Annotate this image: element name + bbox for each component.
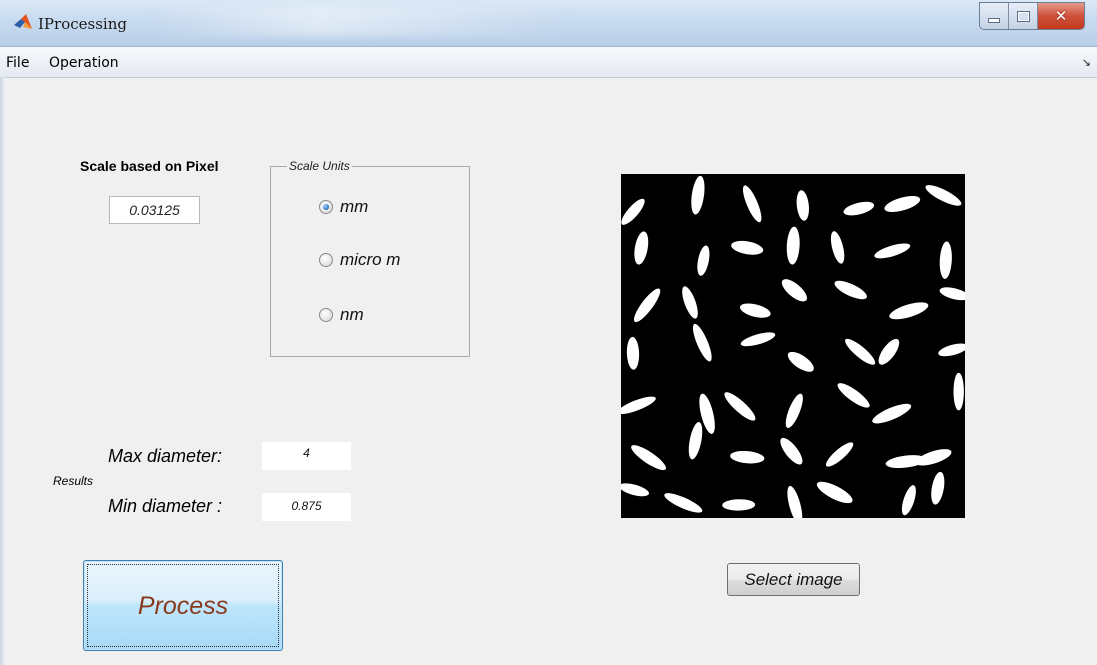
rice-grain: [722, 499, 756, 511]
rice-grain: [939, 241, 952, 279]
rice-grain: [825, 442, 854, 467]
rice-grain: [830, 231, 845, 264]
radio-button-icon[interactable]: [319, 308, 333, 322]
rice-grain: [688, 422, 703, 460]
maximize-icon[interactable]: [1009, 3, 1038, 29]
rice-grain: [878, 338, 900, 365]
rice-grain: [724, 392, 756, 421]
rice-grain: [874, 243, 911, 259]
window-frame-edge: [0, 77, 5, 665]
rice-grain: [787, 485, 803, 518]
dock-arrow-icon[interactable]: ↘: [1082, 56, 1091, 69]
radio-button-icon[interactable]: [319, 200, 333, 214]
rice-grain: [843, 201, 875, 216]
rice-grain: [621, 483, 650, 497]
min-diameter-label: Min diameter :: [108, 496, 223, 516]
window-controls: ✕: [979, 2, 1085, 30]
min-diameter-value: 0.875: [262, 493, 351, 521]
rice-grain: [796, 190, 809, 221]
rice-grain: [786, 226, 800, 265]
rice-grain: [915, 449, 952, 466]
window-title: IProcessing: [38, 15, 127, 33]
rice-grain: [837, 383, 870, 408]
select-image-button[interactable]: Select image: [727, 563, 860, 596]
rice-grain: [931, 471, 945, 505]
results-label: Results: [53, 474, 94, 488]
rice-grain: [691, 175, 705, 215]
rice-grain: [816, 481, 853, 504]
rice-grain: [626, 336, 640, 370]
rice-grain: [834, 280, 867, 300]
rice-grain: [901, 485, 916, 516]
scale-units-panel: Scale Units mm micro m nm: [270, 159, 470, 357]
rice-grain: [730, 450, 765, 464]
rice-grain: [634, 231, 649, 265]
minimize-icon[interactable]: [980, 3, 1009, 29]
rice-grain: [884, 196, 921, 212]
scale-title: Scale based on Pixel: [80, 158, 219, 174]
rice-grain: [785, 393, 803, 428]
rice-grain: [939, 287, 965, 301]
rice-grain: [787, 351, 814, 372]
image-display: [621, 174, 965, 518]
rice-grain: [872, 403, 912, 424]
radio-button-icon[interactable]: [319, 253, 333, 267]
rice-grain: [682, 286, 698, 319]
rice-grain: [621, 198, 645, 225]
scale-input[interactable]: 0.03125: [109, 196, 200, 224]
rice-grain: [739, 303, 771, 318]
radio-mm-label: mm: [340, 197, 369, 216]
radio-micro-m[interactable]: micro m: [319, 250, 400, 270]
menu-operation[interactable]: Operation: [49, 55, 119, 71]
rice-grain: [938, 343, 965, 357]
process-button[interactable]: Process: [83, 560, 283, 651]
menu-file[interactable]: File: [6, 55, 29, 71]
rice-grain: [740, 332, 776, 347]
title-bar[interactable]: IProcessing ✕: [0, 0, 1097, 47]
matlab-icon: [14, 14, 32, 29]
rice-grains-image: [621, 175, 965, 518]
rice-grain: [845, 338, 876, 365]
rice-grain: [692, 323, 712, 362]
rice-grain: [621, 396, 656, 415]
max-diameter-label: Max diameter:: [108, 446, 223, 466]
radio-nm[interactable]: nm: [319, 305, 364, 325]
rice-grain: [781, 279, 807, 302]
close-icon[interactable]: ✕: [1038, 3, 1084, 29]
rice-grain: [889, 302, 929, 320]
radio-mm[interactable]: mm: [319, 197, 368, 217]
rice-grain: [953, 372, 964, 411]
radio-nm-label: nm: [340, 305, 364, 324]
rice-grain: [664, 493, 703, 513]
radio-micro-m-label: micro m: [340, 250, 401, 269]
rice-grain: [631, 445, 667, 471]
app-window: IProcessing ✕ File Operation ↘ Scale bas…: [0, 0, 1097, 665]
menu-bar: File Operation ↘: [0, 47, 1097, 78]
rice-grain: [742, 185, 762, 223]
scale-units-title: Scale Units: [287, 159, 352, 173]
rice-grain: [925, 185, 962, 206]
rice-grain: [731, 240, 764, 255]
max-diameter-value: 4: [262, 442, 351, 470]
rice-grain: [697, 245, 710, 276]
rice-grain: [633, 288, 661, 323]
rice-grain: [780, 437, 803, 465]
